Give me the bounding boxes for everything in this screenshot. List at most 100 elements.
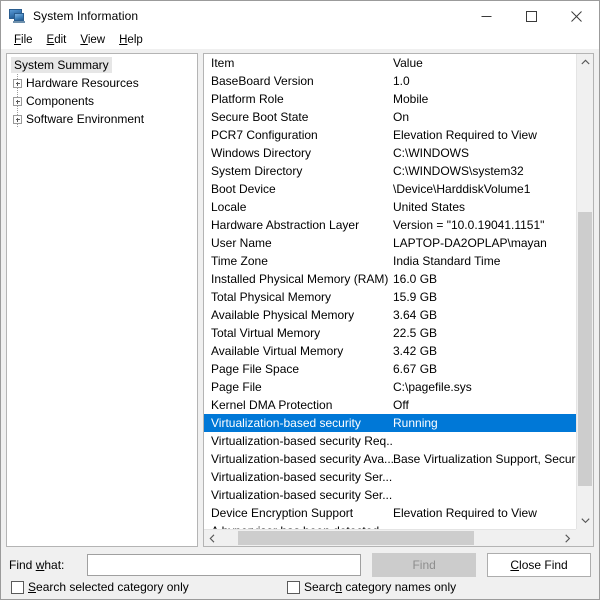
list-header-row: ItemValue [204, 54, 576, 72]
horizontal-scrollbar[interactable] [204, 529, 576, 546]
cell-value: 3.42 GB [393, 344, 576, 358]
tree-item-label: Hardware Resources [26, 75, 139, 91]
table-row[interactable]: Virtualization-based security Ser... [204, 468, 576, 486]
menu-item-help[interactable]: Help [112, 31, 150, 49]
window-title: System Information [33, 9, 138, 23]
table-row[interactable]: Page File Space6.67 GB [204, 360, 576, 378]
cell-value: C:\WINDOWS\system32 [393, 164, 576, 178]
scroll-left-icon[interactable] [204, 530, 221, 546]
tree-item-software-environment[interactable]: Software Environment [7, 110, 197, 128]
cell-item: Virtualization-based security Ava... [211, 452, 393, 466]
cell-value: 15.9 GB [393, 290, 576, 304]
table-row[interactable]: Kernel DMA ProtectionOff [204, 396, 576, 414]
menu-item-view-rest: iew [88, 34, 105, 46]
system-information-window: System Information File Edit View Help S… [0, 0, 600, 600]
cell-value: 22.5 GB [393, 326, 576, 340]
table-row[interactable]: Available Physical Memory3.64 GB [204, 306, 576, 324]
menu-item-help-rest: elp [127, 34, 142, 46]
minimize-icon[interactable] [464, 1, 509, 31]
table-row[interactable]: Virtualization-based security Req... [204, 432, 576, 450]
cell-item: Virtualization-based security [211, 416, 393, 430]
table-row[interactable]: Installed Physical Memory (RAM)16.0 GB [204, 270, 576, 288]
cell-value: 1.0 [393, 74, 576, 88]
table-row[interactable]: BaseBoard Version1.0 [204, 72, 576, 90]
cell-item: Available Physical Memory [211, 308, 393, 322]
close-icon[interactable] [554, 1, 599, 31]
cell-value: C:\WINDOWS [393, 146, 576, 160]
scroll-right-icon[interactable] [559, 530, 576, 546]
cell-item: Kernel DMA Protection [211, 398, 393, 412]
table-row[interactable]: Windows DirectoryC:\WINDOWS [204, 144, 576, 162]
plus-expander-icon[interactable] [13, 115, 22, 124]
search-category-names-checkbox-wrap[interactable]: Search category names only [287, 580, 456, 594]
cell-item: Virtualization-based security Req... [211, 434, 393, 448]
cell-item: Device Encryption Support [211, 506, 393, 520]
search-selected-category-checkbox-wrap[interactable]: Search selected category only [11, 580, 189, 594]
cell-item: System Directory [211, 164, 393, 178]
table-row[interactable]: Platform RoleMobile [204, 90, 576, 108]
cell-value: 6.67 GB [393, 362, 576, 376]
category-tree[interactable]: System SummaryHardware ResourcesComponen… [6, 53, 198, 547]
cell-value: Running [393, 416, 576, 430]
scroll-down-icon[interactable] [577, 512, 593, 529]
cell-value: Mobile [393, 92, 576, 106]
menu-bar: File Edit View Help [1, 31, 599, 49]
table-row[interactable]: A hypervisor has been detected. ... [204, 522, 576, 529]
maximize-icon[interactable] [509, 1, 554, 31]
column-header-item: Item [211, 56, 393, 70]
find-what-label: Find what: [9, 558, 87, 572]
window-controls [464, 1, 599, 31]
menu-item-edit[interactable]: Edit [40, 31, 74, 49]
table-row[interactable]: Total Physical Memory15.9 GB [204, 288, 576, 306]
search-selected-category-checkbox[interactable] [11, 581, 24, 594]
tree-item-label: Software Environment [26, 111, 144, 127]
cell-value: On [393, 110, 576, 124]
table-row[interactable]: System DirectoryC:\WINDOWS\system32 [204, 162, 576, 180]
table-row[interactable]: Page FileC:\pagefile.sys [204, 378, 576, 396]
search-category-names-label: Search category names only [304, 580, 456, 594]
cell-item: Platform Role [211, 92, 393, 106]
find-button[interactable]: Find [372, 553, 476, 577]
horizontal-scrollbar-thumb[interactable] [238, 531, 475, 545]
search-category-names-checkbox[interactable] [287, 581, 300, 594]
scrollbar-corner [576, 529, 593, 546]
tree-item-system-summary[interactable]: System Summary [7, 56, 197, 74]
scroll-up-icon[interactable] [577, 54, 593, 71]
table-row[interactable]: LocaleUnited States [204, 198, 576, 216]
close-find-button[interactable]: Close Find [487, 553, 591, 577]
table-row[interactable]: Secure Boot StateOn [204, 108, 576, 126]
plus-expander-icon[interactable] [13, 79, 22, 88]
cell-item: Installed Physical Memory (RAM) [211, 272, 393, 286]
table-row[interactable]: Total Virtual Memory22.5 GB [204, 324, 576, 342]
table-row[interactable]: Virtualization-based security Ser... [204, 486, 576, 504]
cell-item: Virtualization-based security Ser... [211, 470, 393, 484]
computer-icon [9, 8, 25, 24]
cell-value: Base Virtualization Support, Secure Bo [393, 452, 576, 466]
table-row[interactable]: PCR7 ConfigurationElevation Required to … [204, 126, 576, 144]
find-bar: Find what: Find Close Find Search select… [1, 547, 599, 599]
table-row[interactable]: Hardware Abstraction LayerVersion = "10.… [204, 216, 576, 234]
cell-value: C:\pagefile.sys [393, 380, 576, 394]
table-row[interactable]: Virtualization-based securityRunning [204, 414, 576, 432]
vertical-scrollbar-thumb[interactable] [578, 212, 592, 485]
table-row[interactable]: Boot Device\Device\HarddiskVolume1 [204, 180, 576, 198]
cell-value: United States [393, 200, 576, 214]
vertical-scrollbar[interactable] [576, 54, 593, 529]
cell-value: India Standard Time [393, 254, 576, 268]
menu-item-view[interactable]: View [73, 31, 112, 49]
tree-item-components[interactable]: Components [7, 92, 197, 110]
cell-item: Time Zone [211, 254, 393, 268]
table-row[interactable]: Virtualization-based security Ava...Base… [204, 450, 576, 468]
plus-expander-icon[interactable] [13, 97, 22, 106]
menu-item-file[interactable]: File [7, 31, 40, 49]
table-row[interactable]: User NameLAPTOP-DA2OPLAP\mayan [204, 234, 576, 252]
tree-item-hardware-resources[interactable]: Hardware Resources [7, 74, 197, 92]
find-input[interactable] [87, 554, 361, 576]
find-options: Search selected category only Search cat… [9, 580, 591, 598]
cell-item: Page File Space [211, 362, 393, 376]
table-row[interactable]: Time ZoneIndia Standard Time [204, 252, 576, 270]
table-row[interactable]: Available Virtual Memory3.42 GB [204, 342, 576, 360]
details-list[interactable]: ItemValueBaseBoard Version1.0Platform Ro… [203, 53, 594, 547]
cell-value: Elevation Required to View [393, 506, 576, 520]
table-row[interactable]: Device Encryption SupportElevation Requi… [204, 504, 576, 522]
